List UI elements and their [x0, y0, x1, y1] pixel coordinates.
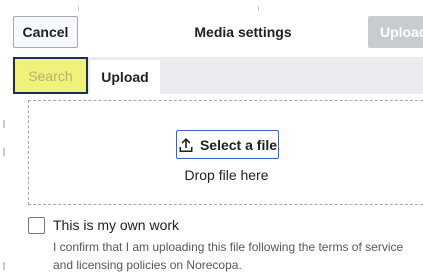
file-drop-zone[interactable]: Select a file Drop file here: [28, 100, 423, 205]
edge-tick: [3, 148, 5, 156]
tab-search[interactable]: Search: [13, 57, 88, 94]
page-left-edge: [0, 0, 10, 277]
dialog-title: Media settings: [194, 24, 292, 40]
own-work-checkbox[interactable]: [28, 217, 45, 234]
edge-tick: [258, 6, 259, 11]
dialog-header: Cancel Media settings Upload: [13, 16, 423, 48]
own-work-label[interactable]: This is my own work: [53, 217, 179, 233]
edge-tick: [78, 6, 79, 11]
upload-icon: [178, 137, 194, 153]
edge-tick: [3, 262, 5, 270]
tab-upload[interactable]: Upload: [90, 60, 160, 94]
confirm-terms-text: I confirm that I am uploading this file …: [53, 240, 404, 272]
upload-button[interactable]: Upload: [368, 16, 423, 48]
select-file-button[interactable]: Select a file: [176, 130, 279, 159]
cancel-button[interactable]: Cancel: [13, 16, 78, 48]
edge-tick: [3, 120, 5, 128]
tab-bar: Search Upload: [13, 57, 423, 94]
select-file-label: Select a file: [199, 136, 278, 153]
media-settings-dialog: Cancel Media settings Upload Search Uplo…: [0, 0, 423, 277]
drop-file-text: Drop file here: [184, 167, 269, 183]
page-top-edge: [0, 0, 423, 12]
